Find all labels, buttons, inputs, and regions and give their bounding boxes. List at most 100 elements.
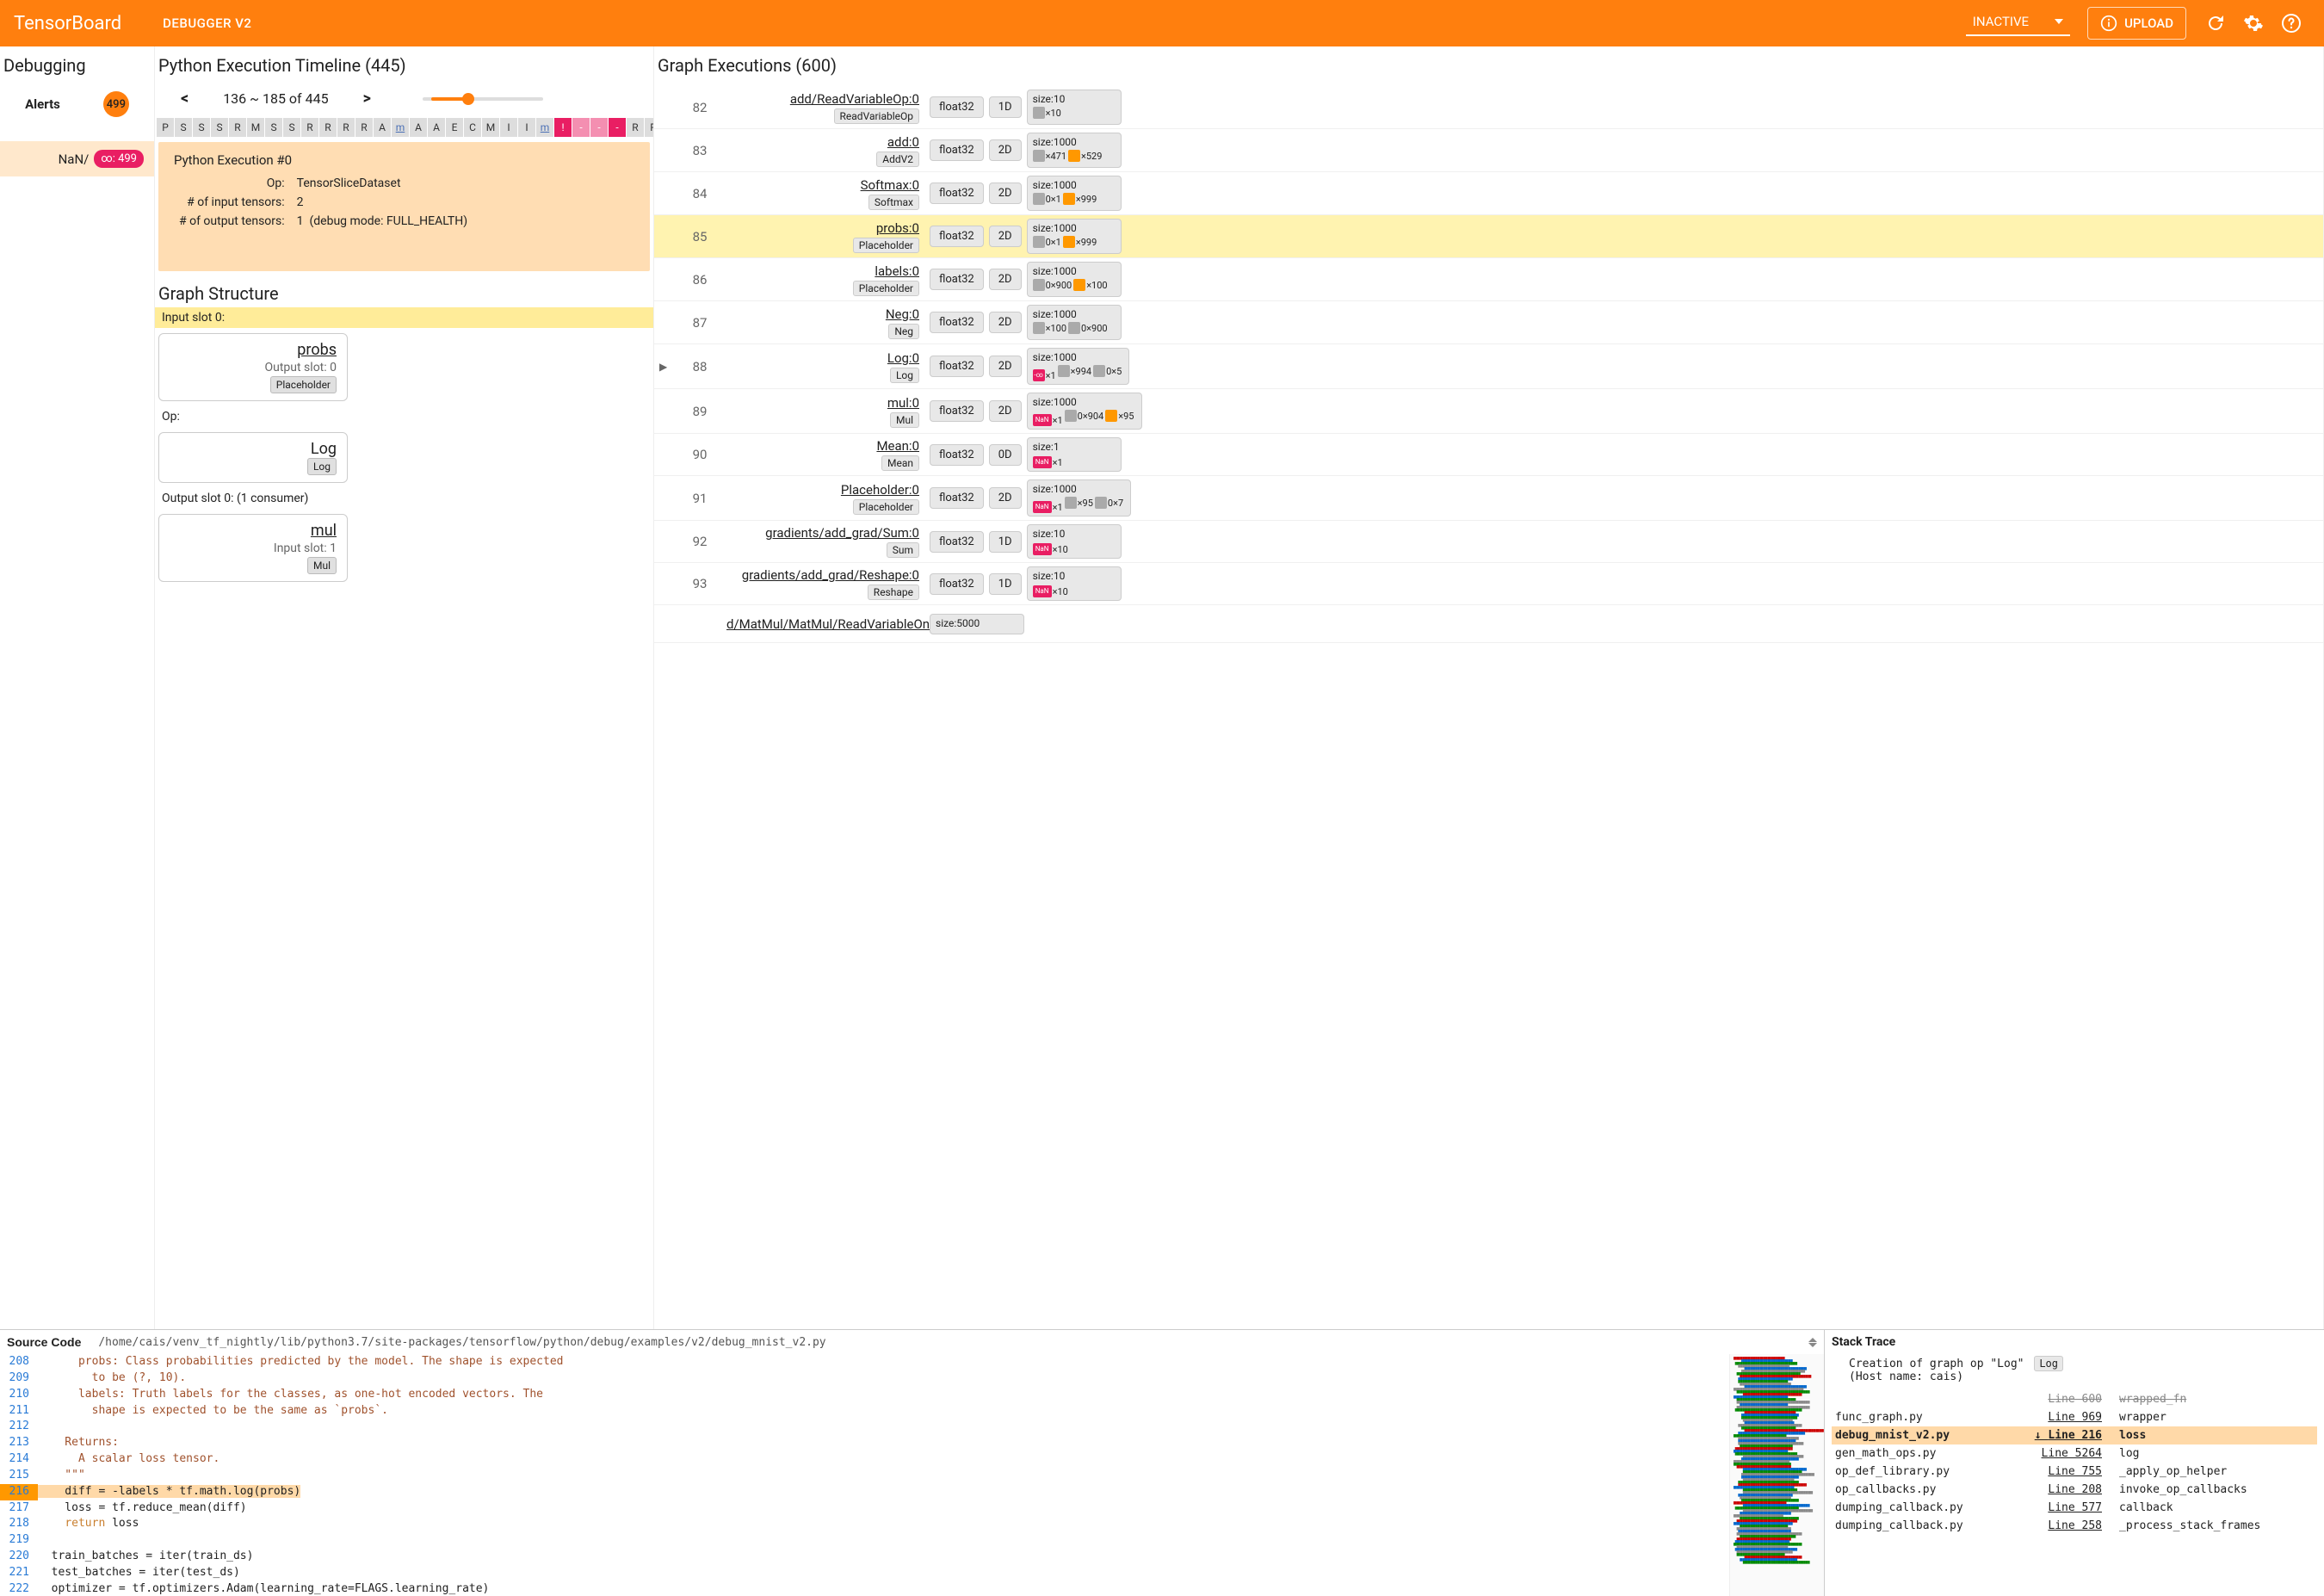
- graph-exec-row[interactable]: ▶ 88 Log:0 Log float32 2D size:1000-∞×1×…: [654, 344, 2323, 389]
- tape-cell[interactable]: P: [157, 118, 174, 137]
- tape-cell[interactable]: R: [627, 118, 644, 137]
- tape-cell[interactable]: R: [301, 118, 318, 137]
- dim-pill: 2D: [989, 182, 1022, 204]
- struct-box-probs[interactable]: probs Output slot: 0 Placeholder: [158, 333, 348, 401]
- tape-cell[interactable]: E: [446, 118, 463, 137]
- tape-cell[interactable]: -: [590, 118, 608, 137]
- op-name[interactable]: gradients/add_grad/Reshape:0: [726, 567, 919, 583]
- code-line[interactable]: 215 """: [0, 1468, 1729, 1484]
- op-name[interactable]: probs:0: [726, 220, 919, 236]
- tape-cell[interactable]: A: [410, 118, 427, 137]
- stack-row[interactable]: dumping_callback.pyLine 577callback: [1832, 1499, 2317, 1517]
- tape-cell[interactable]: I: [518, 118, 535, 137]
- code-area[interactable]: 208 probs: Class probabilities predicted…: [0, 1354, 1729, 1596]
- alert-item-nan[interactable]: NaN/ ∞: 499: [0, 141, 154, 176]
- code-line[interactable]: 218 return loss: [0, 1516, 1729, 1532]
- op-name[interactable]: Placeholder:0: [726, 482, 919, 498]
- op-name[interactable]: Softmax:0: [726, 177, 919, 193]
- op-name[interactable]: Log:0: [726, 350, 919, 366]
- file-stepper[interactable]: [1808, 1338, 1817, 1347]
- code-line[interactable]: 219: [0, 1532, 1729, 1549]
- dtype-pill: float32: [930, 444, 984, 466]
- stack-row[interactable]: dumping_callback.pyLine 258_process_stac…: [1832, 1517, 2317, 1535]
- stats-pill: size:5000: [930, 614, 1024, 634]
- tab-debugger[interactable]: DEBUGGER V2: [156, 15, 258, 31]
- tape-cell[interactable]: A: [428, 118, 445, 137]
- op-name[interactable]: add:0: [726, 134, 919, 150]
- tape-cell[interactable]: S: [193, 118, 210, 137]
- graph-exec-row[interactable]: 84 Softmax:0 Softmax float32 2D size:100…: [654, 172, 2323, 215]
- code-line[interactable]: 221 test_batches = iter(test_ds): [0, 1565, 1729, 1581]
- op-name[interactable]: Neg:0: [726, 306, 919, 322]
- tape-cell[interactable]: R: [319, 118, 337, 137]
- op-name[interactable]: gradients/add_grad/Sum:0: [726, 525, 919, 541]
- tape-cell[interactable]: S: [283, 118, 300, 137]
- timeline-slider[interactable]: [423, 97, 636, 101]
- code-line[interactable]: 208 probs: Class probabilities predicted…: [0, 1354, 1729, 1370]
- stack-op-tag[interactable]: Log: [2034, 1356, 2063, 1371]
- graph-exec-row[interactable]: 87 Neg:0 Neg float32 2D size:1000×1000×9…: [654, 301, 2323, 344]
- graph-exec-row[interactable]: 91 Placeholder:0 Placeholder float32 2D …: [654, 476, 2323, 521]
- upload-button[interactable]: UPLOAD: [2087, 7, 2186, 40]
- code-line[interactable]: 222 optimizer = tf.optimizers.Adam(learn…: [0, 1581, 1729, 1596]
- code-line[interactable]: 214 A scalar loss tensor.: [0, 1451, 1729, 1468]
- stack-row[interactable]: op_callbacks.pyLine 208invoke_op_callbac…: [1832, 1481, 2317, 1499]
- op-name[interactable]: labels:0: [726, 263, 919, 279]
- op-type: Placeholder: [853, 281, 919, 296]
- graph-exec-row[interactable]: 82 add/ReadVariableOp:0 ReadVariableOp f…: [654, 86, 2323, 129]
- tape-cell[interactable]: M: [482, 118, 499, 137]
- code-line[interactable]: 216 diff = -labels * tf.math.log(probs): [0, 1484, 1729, 1500]
- tape-cell[interactable]: !: [554, 118, 572, 137]
- graph-exec-row[interactable]: d/MatMul/MatMul/ReadVariableOn:0 size:50…: [654, 605, 2323, 643]
- timeline-title: Python Execution Timeline (445): [155, 46, 653, 86]
- graph-exec-row[interactable]: 85 probs:0 Placeholder float32 2D size:1…: [654, 215, 2323, 258]
- graph-exec-row[interactable]: 90 Mean:0 Mean float32 0D size:1NaN×1: [654, 434, 2323, 476]
- tape-cell[interactable]: I: [500, 118, 517, 137]
- op-name[interactable]: Mean:0: [726, 438, 919, 454]
- tape-cell[interactable]: S: [175, 118, 192, 137]
- tape-cell[interactable]: m: [392, 118, 409, 137]
- code-line[interactable]: 211 shape is expected to be the same as …: [0, 1403, 1729, 1420]
- op-name[interactable]: mul:0: [726, 395, 919, 411]
- graph-exec-row[interactable]: 86 labels:0 Placeholder float32 2D size:…: [654, 258, 2323, 301]
- minimap[interactable]: █████████████████████████████████ ██████…: [1729, 1354, 1824, 1596]
- graph-exec-row[interactable]: 89 mul:0 Mul float32 2D size:1000NaN×10×…: [654, 389, 2323, 434]
- tape-cell[interactable]: -: [609, 118, 626, 137]
- code-line[interactable]: 220 train_batches = iter(train_ds): [0, 1549, 1729, 1565]
- op-name[interactable]: add/ReadVariableOp:0: [726, 91, 919, 107]
- tape-cell[interactable]: -: [572, 118, 590, 137]
- help-icon[interactable]: [2281, 13, 2302, 34]
- code-line[interactable]: 210 labels: Truth labels for the classes…: [0, 1387, 1729, 1403]
- gear-icon[interactable]: [2243, 13, 2264, 34]
- stack-row[interactable]: func_graph.pyLine 969wrapper: [1832, 1408, 2317, 1426]
- tape-cell[interactable]: S: [265, 118, 282, 137]
- next-button[interactable]: >: [355, 90, 380, 108]
- tape-cell[interactable]: m: [536, 118, 553, 137]
- op-name[interactable]: d/MatMul/MatMul/ReadVariableOn:0: [726, 616, 919, 632]
- tape-cell[interactable]: M: [247, 118, 264, 137]
- struct-box-mul[interactable]: mul Input slot: 1 Mul: [158, 514, 348, 582]
- tape-cell[interactable]: R: [337, 118, 355, 137]
- tape-cell[interactable]: A: [374, 118, 391, 137]
- struct-box-log[interactable]: Log Log: [158, 432, 348, 483]
- alerts-header: Alerts 499: [0, 84, 154, 124]
- tape-cell[interactable]: R: [355, 118, 373, 137]
- graph-exec-row[interactable]: 83 add:0 AddV2 float32 2D size:1000×471×…: [654, 129, 2323, 172]
- code-line[interactable]: 217 loss = tf.reduce_mean(diff): [0, 1500, 1729, 1517]
- graph-exec-row[interactable]: 92 gradients/add_grad/Sum:0 Sum float32 …: [654, 521, 2323, 563]
- stack-row[interactable]: Line 600wrapped_fn: [1832, 1390, 2317, 1408]
- status-dropdown[interactable]: INACTIVE: [1966, 10, 2070, 36]
- stack-row[interactable]: gen_math_ops.pyLine 5264log: [1832, 1444, 2317, 1463]
- code-line[interactable]: 209 to be (?, 10).: [0, 1370, 1729, 1387]
- tape-cell[interactable]: C: [464, 118, 481, 137]
- stack-row[interactable]: debug_mnist_v2.pyLine 216loss: [1832, 1426, 2317, 1444]
- code-line[interactable]: 213 Returns:: [0, 1435, 1729, 1451]
- code-line[interactable]: 212: [0, 1419, 1729, 1435]
- graph-exec-row[interactable]: 93 gradients/add_grad/Reshape:0 Reshape …: [654, 563, 2323, 605]
- tape-cell[interactable]: S: [211, 118, 228, 137]
- tape-cell[interactable]: R: [229, 118, 246, 137]
- prev-button[interactable]: <: [172, 90, 197, 108]
- stack-row[interactable]: op_def_library.pyLine 755_apply_op_helpe…: [1832, 1463, 2317, 1481]
- tape-cell[interactable]: R: [645, 118, 653, 137]
- refresh-icon[interactable]: [2205, 13, 2226, 34]
